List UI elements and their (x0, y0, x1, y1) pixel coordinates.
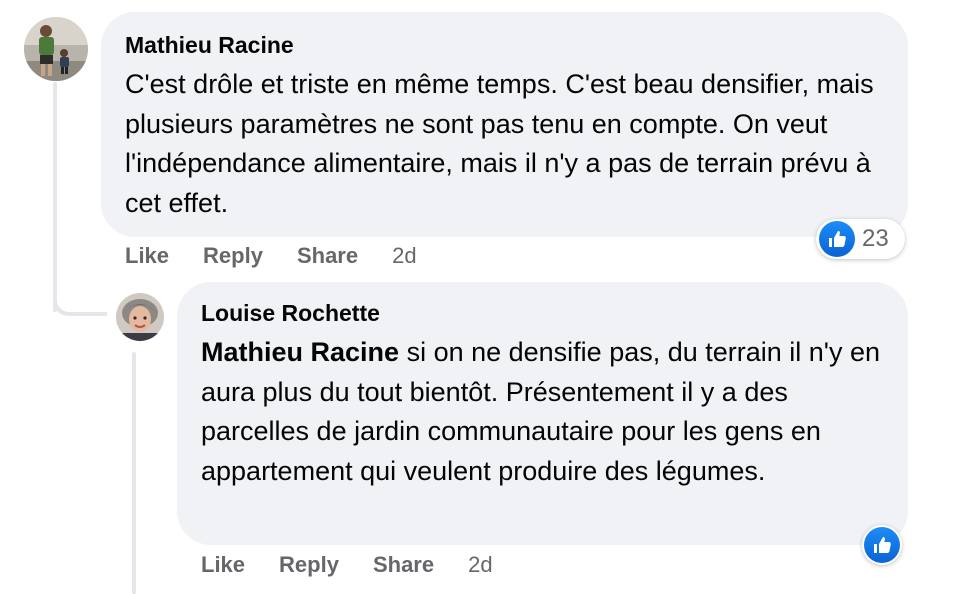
like-button[interactable]: Like (201, 552, 245, 578)
comment-text: C'est drôle et triste en même temps. C'e… (125, 69, 874, 218)
avatar-photo (24, 17, 88, 81)
comment-bubble: Mathieu Racine C'est drôle et triste en … (101, 12, 908, 237)
reply-button[interactable]: Reply (279, 552, 339, 578)
comment-actions: Like Reply Share 2d (125, 241, 417, 271)
thread-line (53, 82, 57, 312)
reply-author[interactable]: Louise Rochette (201, 298, 884, 328)
reply-bubble: Louise Rochette Mathieu Racine si on ne … (177, 282, 908, 545)
thumbs-up-icon (819, 221, 855, 257)
comment-timestamp[interactable]: 2d (392, 243, 416, 269)
thread-branch (53, 288, 107, 316)
reply-timestamp[interactable]: 2d (468, 552, 492, 578)
reply-actions: Like Reply Share 2d (201, 550, 493, 580)
avatar-photo (116, 293, 164, 341)
reply-mention[interactable]: Mathieu Racine (201, 337, 399, 367)
reply-reaction-summary[interactable] (862, 525, 902, 565)
reply-button[interactable]: Reply (203, 243, 263, 269)
share-button[interactable]: Share (373, 552, 434, 578)
avatar-louise[interactable] (116, 293, 164, 341)
comment-author[interactable]: Mathieu Racine (125, 30, 884, 60)
comment-reaction-summary[interactable]: 23 (816, 219, 905, 259)
share-button[interactable]: Share (297, 243, 358, 269)
reply-thread-line (132, 352, 136, 594)
like-button[interactable]: Like (125, 243, 169, 269)
reaction-count: 23 (862, 225, 889, 252)
thumbs-up-icon (864, 527, 900, 563)
reply-text-block: Mathieu Racine si on ne densifie pas, du… (201, 333, 891, 491)
avatar-mathieu[interactable] (24, 17, 88, 81)
